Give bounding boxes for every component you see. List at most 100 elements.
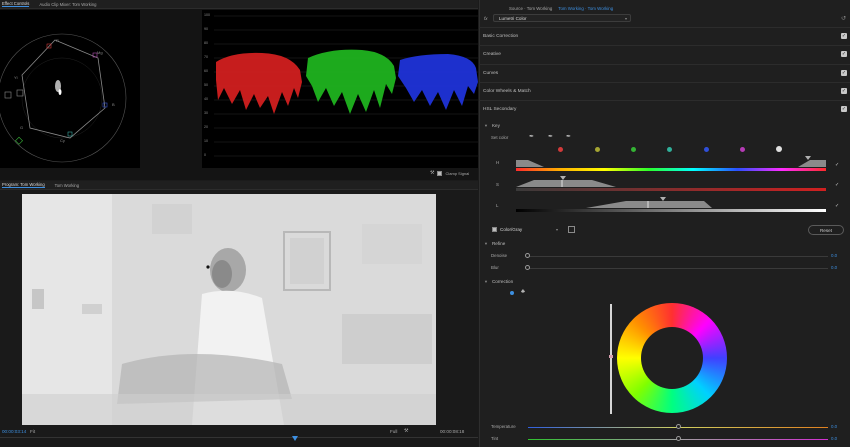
denoise-track[interactable]	[528, 256, 828, 257]
tint-value[interactable]: 0.0	[831, 436, 837, 441]
blur-knob[interactable]	[525, 265, 530, 270]
parade-tick-20: 20	[204, 125, 208, 129]
zoom-fit-select[interactable]: Fit	[30, 429, 35, 434]
enable-checkbox[interactable]: ✓	[841, 106, 847, 112]
enable-checkbox[interactable]: ✓	[841, 33, 847, 39]
refine-header[interactable]: ▼ Refine	[484, 241, 505, 246]
swatch-magenta[interactable]	[740, 147, 745, 152]
current-timecode[interactable]: 00:00:03:14	[2, 429, 26, 434]
enable-checkbox[interactable]: ✓	[841, 88, 847, 94]
parade-tick-40: 40	[204, 97, 208, 101]
blur-track[interactable]	[528, 268, 828, 269]
vectorscope-label-mg: Mg	[97, 50, 103, 55]
correction-header[interactable]: ▼ Correction	[484, 279, 513, 284]
program-timecode-bar: 00:00:03:14 Fit Full ⚒ 00:00:08:18	[0, 426, 478, 436]
denoise-value[interactable]: 0.0	[831, 253, 837, 258]
program-scrubber[interactable]	[0, 437, 478, 447]
section-basic-correction[interactable]: Basic Correction ✓	[479, 27, 850, 44]
parade-tick-80: 80	[204, 41, 208, 45]
clamp-signal-checkbox[interactable]	[437, 170, 443, 176]
parade-tick-10: 10	[204, 139, 208, 143]
wrench-icon[interactable]: ⚒	[404, 428, 408, 434]
enable-checkbox[interactable]: ✓	[841, 51, 847, 57]
correction-label: Correction	[491, 279, 514, 284]
denoise-knob[interactable]	[525, 253, 530, 258]
temperature-knob[interactable]	[676, 424, 681, 429]
section-color-wheels-match[interactable]: Color Wheels & Match ✓	[479, 82, 850, 99]
saturation-enable-check[interactable]: ✓	[835, 182, 839, 188]
section-label: Basic Correction	[483, 33, 519, 39]
vectorscope-label-b: B	[112, 102, 115, 107]
show-mask-checkbox[interactable]	[492, 227, 497, 232]
tint-knob[interactable]	[676, 436, 681, 441]
chevron-down-icon: ▼	[484, 241, 488, 246]
resolution-select[interactable]: Full	[390, 429, 397, 434]
scope-footer: ⚒ Clamp Signal	[430, 170, 469, 176]
hue-label: H	[496, 160, 500, 165]
hue-center-handle[interactable]	[805, 156, 811, 160]
section-curves[interactable]: Curves ✓	[479, 64, 850, 81]
vectorscope-label-g: G	[20, 125, 24, 130]
luminance-enable-check[interactable]: ✓	[835, 203, 839, 209]
fx-icon[interactable]: fx	[484, 16, 488, 21]
parade-tick-60: 60	[204, 69, 208, 73]
playhead[interactable]	[292, 436, 298, 441]
effect-select-value: Lumetri Color	[499, 15, 527, 21]
eyedropper-add-icon[interactable]: ✒	[548, 133, 553, 140]
section-creative[interactable]: Creative ✓	[479, 45, 850, 62]
denoise-label: Denoise	[491, 253, 508, 258]
reset-button[interactable]: Reset	[808, 225, 844, 235]
three-wheel-mode-icon[interactable]: ♣	[521, 289, 525, 295]
swatch-blue[interactable]	[704, 147, 709, 152]
saturation-label: S	[496, 182, 499, 187]
tab-effect-controls[interactable]: Effect Controls	[2, 1, 30, 7]
tab-audio-clip-mixer[interactable]: Audio Clip Mixer: Tom Working	[39, 2, 96, 7]
correction-luma-slider[interactable]	[610, 304, 612, 414]
hue-range-control[interactable]	[516, 160, 826, 167]
program-tabbar: Program: Tom Working Tom Working	[0, 181, 478, 190]
parade-tick-30: 30	[204, 111, 208, 115]
wrench-icon[interactable]: ⚒	[430, 170, 434, 176]
swatch-red[interactable]	[558, 147, 563, 152]
temperature-label: Temperature	[491, 424, 516, 429]
program-video-frame[interactable]	[22, 194, 436, 425]
swatch-white[interactable]	[776, 146, 782, 152]
section-label: Color Wheels & Match	[483, 88, 531, 94]
key-header[interactable]: ▼ Key	[484, 123, 500, 128]
single-wheel-mode-icon[interactable]	[510, 291, 514, 295]
color-wheel-center	[641, 327, 703, 389]
set-color-label: Set color	[491, 135, 509, 140]
correction-luma-handle[interactable]	[609, 355, 613, 358]
tab-tom-working[interactable]: Tom Working	[55, 183, 79, 188]
saturation-center-handle[interactable]	[560, 176, 566, 180]
saturation-range-graphic	[516, 180, 616, 187]
swatch-cyan[interactable]	[667, 147, 672, 152]
chevron-down-icon: ▾	[556, 227, 559, 232]
tab-source[interactable]: Source · Tom Working	[509, 6, 552, 11]
blur-value[interactable]: 0.0	[831, 265, 837, 270]
chevron-down-icon: ▾	[624, 15, 627, 21]
saturation-range-control[interactable]	[516, 180, 826, 187]
correction-color-wheel[interactable]	[617, 303, 727, 413]
hue-spectrum-bar	[516, 168, 826, 171]
mask-mode-select[interactable]: Color/Gray ▾	[500, 225, 562, 234]
luminance-center-handle[interactable]	[660, 197, 666, 201]
swatch-green[interactable]	[631, 147, 636, 152]
vectorscope: R Mg B Cy G Yl	[0, 10, 140, 168]
tab-program[interactable]: Program: Tom Working	[2, 182, 45, 188]
video-frame-graphic	[22, 194, 436, 425]
parade-tick-50: 50	[204, 83, 208, 87]
enable-checkbox[interactable]: ✓	[841, 70, 847, 76]
parade-tick-90: 90	[204, 27, 208, 31]
eyedropper-icon[interactable]: ✒	[529, 133, 534, 140]
section-hsl-secondary[interactable]: HSL Secondary ✓	[479, 100, 850, 117]
swatch-yellow[interactable]	[595, 147, 600, 152]
temperature-value[interactable]: 0.0	[831, 424, 837, 429]
reset-effect-icon[interactable]: ↺	[841, 15, 846, 22]
hue-enable-check[interactable]: ✓	[835, 162, 839, 168]
effect-select[interactable]: Lumetri Color ▾	[493, 14, 631, 22]
invert-mask-icon[interactable]	[568, 226, 575, 233]
luminance-range-control[interactable]	[516, 201, 826, 208]
tab-clip[interactable]: Tom Working · Tom Working	[558, 6, 613, 11]
eyedropper-subtract-icon[interactable]: ✒	[566, 133, 571, 140]
